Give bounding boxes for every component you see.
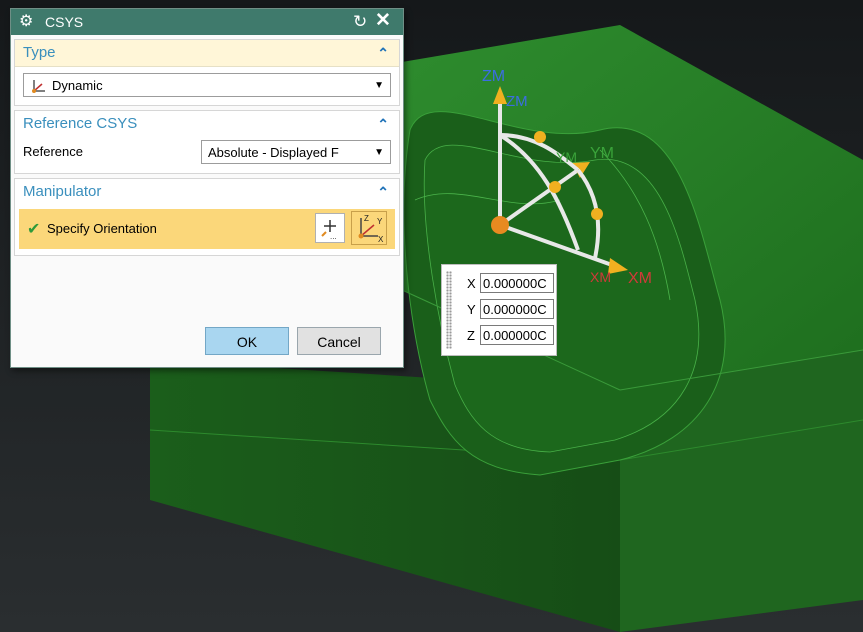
svg-text:Z: Z [364, 214, 369, 223]
svg-text:Y: Y [377, 217, 383, 226]
x-coordinate-input[interactable] [480, 273, 554, 293]
collapse-caret-icon[interactable]: ⌃ [377, 179, 389, 205]
type-select-value: Dynamic [52, 78, 103, 93]
ym-label-b: YM [590, 145, 614, 162]
dialog-footer: OK Cancel [11, 327, 403, 357]
specify-orientation-label: Specify Orientation [47, 221, 157, 236]
rotation-handle-xz [549, 181, 561, 193]
z-label: Z [467, 328, 475, 343]
type-group-title: Type [23, 44, 56, 61]
ok-button[interactable]: OK [205, 327, 289, 355]
collapse-caret-icon[interactable]: ⌃ [377, 111, 389, 137]
svg-text:X: X [378, 235, 384, 244]
type-select[interactable]: Dynamic ▼ [23, 73, 391, 97]
checkmark-icon: ✔ [27, 221, 41, 238]
reference-csys-group-title: Reference CSYS [23, 115, 138, 132]
reference-select[interactable]: Absolute - Displayed F ▼ [201, 140, 391, 164]
close-icon[interactable]: ✕ [375, 8, 391, 34]
drag-grip-icon[interactable] [446, 271, 452, 349]
manipulator-group-header[interactable]: Manipulator ⌃ [15, 179, 399, 205]
dialog-titlebar[interactable]: ⚙ CSYS ↻ ✕ [11, 9, 403, 35]
type-group-header[interactable]: Type ⌃ [15, 40, 399, 67]
ym-label-a: YM [556, 149, 577, 165]
rotation-handle-xy [591, 208, 603, 220]
svg-text:...: ... [330, 232, 337, 241]
gear-icon[interactable]: ⚙ [19, 9, 33, 35]
zm-label-secondary: ZM [506, 93, 528, 110]
csys-dialog-icon[interactable]: Z Y X [351, 211, 387, 245]
xm-label-a: XM [590, 269, 611, 285]
dropdown-arrow-icon: ▼ [374, 147, 384, 158]
type-group: Type ⌃ Dynamic ▼ [14, 39, 400, 106]
specify-orientation-row[interactable]: ✔ Specify Orientation ... Z Y X [19, 209, 395, 249]
origin-handle [491, 216, 509, 234]
csys-dialog: ⚙ CSYS ↻ ✕ Type ⌃ Dynamic ▼ Reference CS… [10, 8, 404, 368]
reset-icon[interactable]: ↻ [353, 9, 367, 35]
rotation-handle-yz [534, 131, 546, 143]
manipulator-group: Manipulator ⌃ ✔ Specify Orientation ... [14, 178, 400, 256]
x-label: X [467, 276, 476, 291]
dropdown-arrow-icon: ▼ [374, 80, 384, 91]
cancel-button[interactable]: Cancel [297, 327, 381, 355]
coordinate-popup: X Y Z [441, 264, 557, 356]
reference-csys-group: Reference CSYS ⌃ Reference Absolute - Di… [14, 110, 400, 174]
manipulator-group-title: Manipulator [23, 183, 102, 200]
zm-label-blue: ZM [482, 68, 505, 85]
reference-row: Reference Absolute - Displayed F ▼ [23, 139, 391, 165]
y-coordinate-input[interactable] [480, 299, 554, 319]
dialog-title: CSYS [45, 14, 84, 30]
xm-label-b: XM [628, 270, 652, 287]
collapse-caret-icon[interactable]: ⌃ [377, 40, 389, 66]
point-dialog-icon[interactable]: ... [315, 213, 345, 243]
dynamic-csys-icon [32, 80, 45, 93]
reference-csys-group-header[interactable]: Reference CSYS ⌃ [15, 111, 399, 137]
y-label: Y [467, 302, 476, 317]
z-coordinate-input[interactable] [480, 325, 554, 345]
reference-label: Reference [23, 144, 83, 159]
reference-select-value: Absolute - Displayed F [208, 145, 339, 160]
